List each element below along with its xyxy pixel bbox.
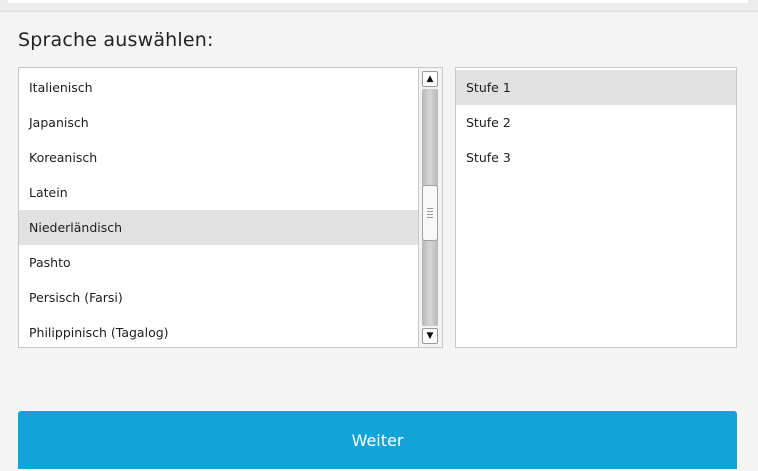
level-item-stufe-3[interactable]: Stufe 3: [456, 140, 736, 175]
grip-icon: [427, 208, 433, 218]
language-item-philippinisch[interactable]: Philippinisch (Tagalog): [19, 315, 418, 347]
language-item-italienisch[interactable]: Italienisch: [19, 70, 418, 105]
language-item-niederlaendisch[interactable]: Niederländisch: [19, 210, 418, 245]
previous-panel-edge: [8, 0, 748, 3]
scroll-thumb[interactable]: [422, 185, 438, 241]
language-list[interactable]: Italienisch Japanisch Koreanisch Latein …: [18, 67, 443, 348]
language-item-persisch[interactable]: Persisch (Farsi): [19, 280, 418, 315]
language-list-scrollbar[interactable]: ▲ ▼: [418, 68, 442, 347]
level-item-stufe-2[interactable]: Stufe 2: [456, 105, 736, 140]
language-selection-panel: Sprache auswählen: Italienisch Japanisch…: [0, 11, 758, 471]
language-item-pashto[interactable]: Pashto: [19, 245, 418, 280]
page-title: Sprache auswählen:: [18, 29, 214, 51]
language-item-japanisch[interactable]: Japanisch: [19, 105, 418, 140]
level-list[interactable]: Stufe 1 Stufe 2 Stufe 3: [455, 67, 737, 348]
level-item-stufe-1[interactable]: Stufe 1: [456, 70, 736, 105]
next-button[interactable]: Weiter: [18, 411, 737, 469]
top-strip: [0, 0, 758, 10]
scroll-down-arrow-icon[interactable]: ▼: [422, 328, 438, 344]
language-item-koreanisch[interactable]: Koreanisch: [19, 140, 418, 175]
language-item-latein[interactable]: Latein: [19, 175, 418, 210]
scroll-up-arrow-icon[interactable]: ▲: [422, 71, 438, 87]
